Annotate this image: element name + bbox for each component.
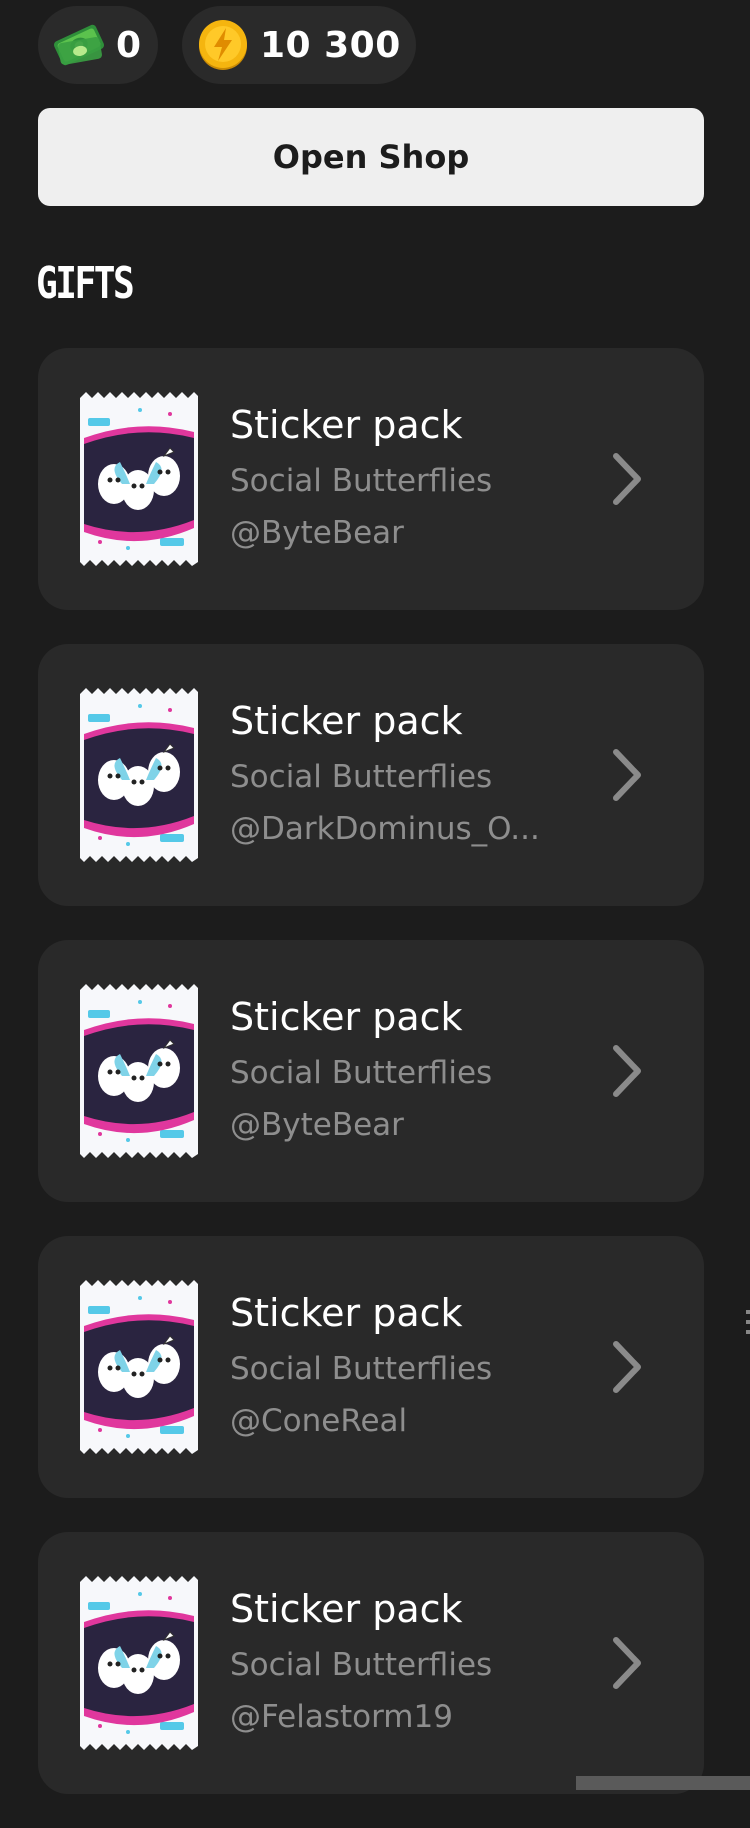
chevron-right-icon (613, 453, 641, 505)
cash-banknote-icon (52, 18, 106, 72)
sticker-pack-icon (80, 688, 198, 862)
gift-text: Sticker pack Social Butterflies @Felasto… (230, 1586, 590, 1738)
gift-subtitle: Social Butterflies (230, 1647, 493, 1683)
gift-sender: @ConeReal (230, 1403, 408, 1439)
open-shop-button[interactable]: Open Shop (38, 108, 704, 206)
cash-balance[interactable]: 0 (38, 6, 158, 84)
gift-title: Sticker pack (230, 699, 463, 743)
chevron-right-icon (613, 1341, 641, 1393)
gift-subtitle: Social Butterflies (230, 759, 493, 795)
gift-card[interactable]: Sticker pack Social Butterflies @DarkDom… (38, 644, 704, 906)
gift-subtitle: Social Butterflies (230, 1055, 493, 1091)
gift-subtitle: Social Butterflies (230, 463, 493, 499)
gift-text: Sticker pack Social Butterflies @ConeRea… (230, 1290, 590, 1442)
gift-title: Sticker pack (230, 1291, 463, 1335)
gift-text: Sticker pack Social Butterflies @DarkDom… (230, 698, 590, 850)
sticker-pack-icon (80, 1576, 198, 1750)
gift-title: Sticker pack (230, 403, 463, 447)
gift-card[interactable]: Sticker pack Social Butterflies @ByteBea… (38, 348, 704, 610)
gift-card[interactable]: Sticker pack Social Butterflies @ConeRea… (38, 1236, 704, 1498)
coin-value: 10 300 (260, 24, 401, 66)
chevron-right-icon (613, 749, 641, 801)
sticker-pack-icon (80, 392, 198, 566)
bottom-edge-bar (576, 1776, 750, 1790)
gift-card[interactable]: Sticker pack Social Butterflies @ByteBea… (38, 940, 704, 1202)
lightning-coin-icon (196, 18, 250, 72)
cash-value: 0 (116, 24, 142, 66)
chevron-right-icon (613, 1637, 641, 1689)
gift-sender: @ByteBear (230, 1107, 404, 1143)
gift-sender: @Felastorm19 (230, 1699, 453, 1735)
coin-balance[interactable]: 10 300 (182, 6, 416, 84)
gift-card[interactable]: Sticker pack Social Butterflies @Felasto… (38, 1532, 704, 1794)
gift-list: Sticker pack Social Butterflies @ByteBea… (38, 348, 704, 1828)
gift-title: Sticker pack (230, 995, 463, 1039)
gift-sender: @DarkDominus_O... (230, 811, 540, 847)
gift-title: Sticker pack (230, 1587, 463, 1631)
gift-text: Sticker pack Social Butterflies @ByteBea… (230, 402, 590, 554)
gift-subtitle: Social Butterflies (230, 1351, 493, 1387)
gift-text: Sticker pack Social Butterflies @ByteBea… (230, 994, 590, 1146)
chevron-right-icon (613, 1045, 641, 1097)
gifts-section-title: GIFTS (36, 258, 135, 309)
scroll-indicator (746, 1310, 750, 1334)
gift-sender: @ByteBear (230, 515, 404, 551)
sticker-pack-icon (80, 1280, 198, 1454)
sticker-pack-icon (80, 984, 198, 1158)
